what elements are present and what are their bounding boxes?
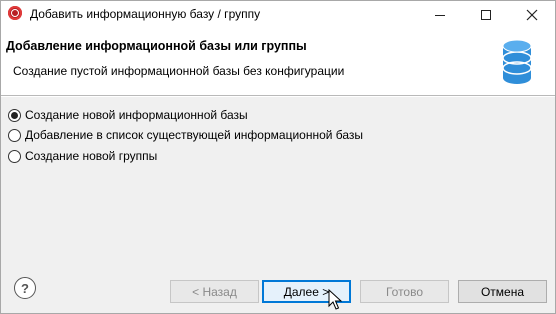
- database-icon: [502, 39, 532, 84]
- radio-button[interactable]: [8, 108, 21, 122]
- help-button[interactable]: ?: [14, 277, 36, 299]
- close-icon: [526, 9, 538, 20]
- mouse-cursor-icon: [328, 289, 342, 310]
- cancel-button[interactable]: Отмена: [458, 280, 547, 303]
- radio-label: Создание новой информационной базы: [25, 108, 248, 122]
- wizard-footer: ? < Назад Далее > Готово Отмена: [1, 260, 555, 313]
- finish-button[interactable]: Готово: [360, 280, 449, 303]
- radio-label: Создание новой группы: [25, 149, 158, 163]
- back-button[interactable]: < Назад: [170, 280, 259, 303]
- minimize-button[interactable]: [417, 1, 463, 28]
- radio-button[interactable]: [8, 149, 21, 163]
- minimize-icon: [435, 15, 445, 16]
- maximize-icon: [481, 9, 491, 20]
- dialog-window: Добавить информационную базу / группу До…: [0, 0, 556, 314]
- radio-option-new-group[interactable]: Создание новой группы: [8, 149, 157, 163]
- radio-button[interactable]: [8, 128, 21, 142]
- header-subtitle: Создание пустой информационной базы без …: [13, 64, 345, 78]
- radio-label: Добавление в список существующей информа…: [25, 128, 364, 142]
- wizard-content: Создание новой информационной базы Добав…: [1, 97, 555, 260]
- radio-option-add-existing[interactable]: Добавление в список существующей информа…: [8, 128, 363, 142]
- title-bar[interactable]: Добавить информационную базу / группу: [1, 1, 555, 28]
- wizard-header: Добавление информационной базы или групп…: [1, 28, 555, 96]
- app-logo-icon: [8, 6, 22, 20]
- close-button[interactable]: [509, 1, 555, 28]
- window-title: Добавить информационную базу / группу: [30, 7, 261, 21]
- radio-option-new-infobase[interactable]: Создание новой информационной базы: [8, 108, 248, 122]
- header-title: Добавление информационной базы или групп…: [6, 39, 307, 53]
- maximize-button[interactable]: [463, 1, 509, 28]
